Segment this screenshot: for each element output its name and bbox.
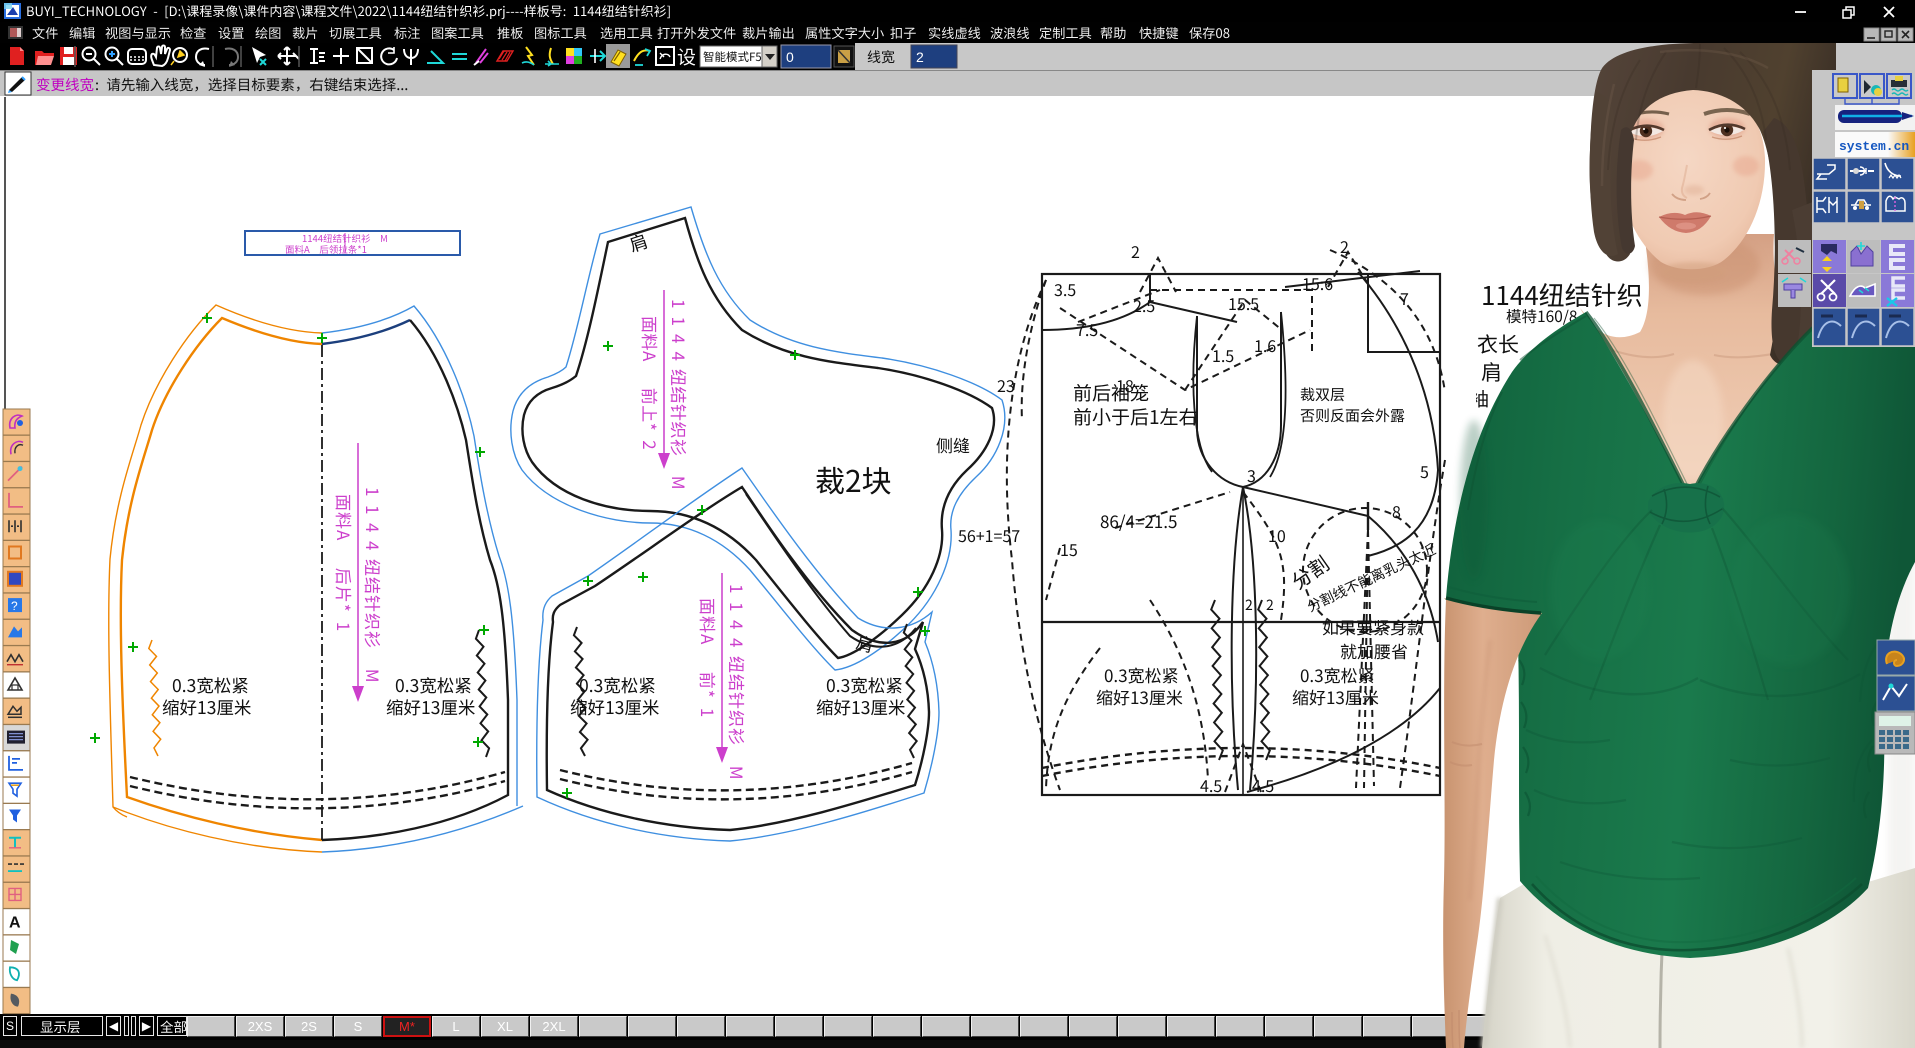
svg-text:2: 2 xyxy=(916,49,924,65)
svg-text:0: 0 xyxy=(786,49,794,65)
svg-text:?: ? xyxy=(11,599,18,613)
svg-text:A: A xyxy=(9,915,21,932)
svg-text:system.cn: system.cn xyxy=(1839,139,1909,154)
